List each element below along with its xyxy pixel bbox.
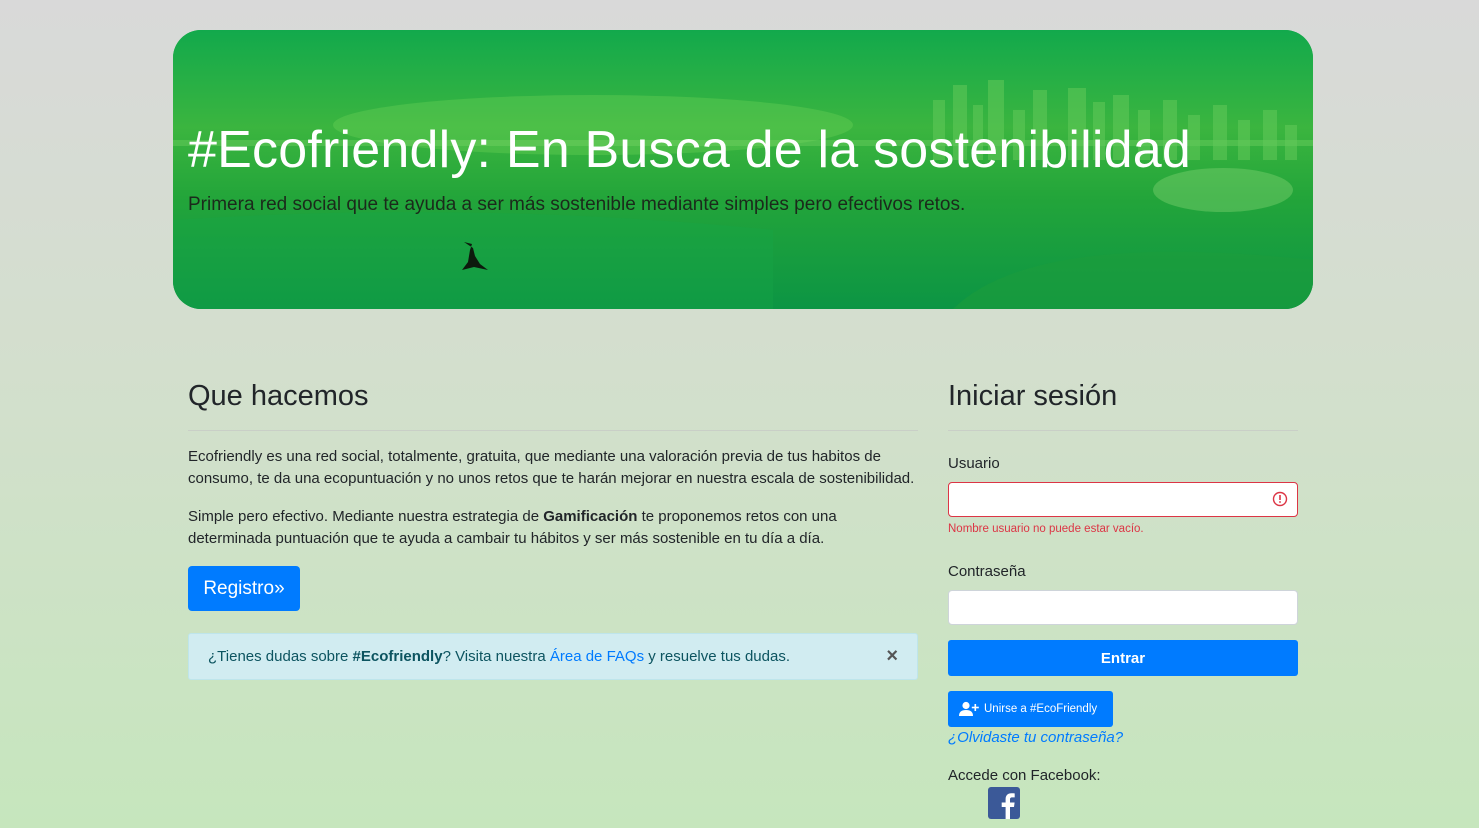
alert-brand: #Ecofriendly xyxy=(352,648,443,665)
register-button[interactable]: Registro» xyxy=(188,566,300,611)
username-input[interactable] xyxy=(948,482,1298,517)
about-title: Que hacemos xyxy=(188,380,369,412)
user-plus-icon xyxy=(959,701,979,716)
divider xyxy=(188,430,918,431)
alert-text: y resuelve tus dudas. xyxy=(644,648,790,665)
faq-alert: ¿Tienes dudas sobre #Ecofriendly? Visita… xyxy=(188,633,918,680)
username-error: Nombre usuario no puede estar vacío. xyxy=(948,523,1144,535)
alert-text: ? Visita nuestra xyxy=(442,648,550,665)
login-submit-button[interactable]: Entrar xyxy=(948,640,1298,676)
close-icon[interactable]: × xyxy=(886,646,898,666)
paragraph-text: Simple pero efectivo. Mediante nuestra e… xyxy=(188,508,544,525)
exclamation-circle-icon xyxy=(1272,491,1288,507)
join-button[interactable]: Unirse a #EcoFriendly xyxy=(948,691,1113,727)
about-paragraph-1: Ecofriendly es una red social, totalment… xyxy=(188,448,915,487)
join-button-label: Unirse a #EcoFriendly xyxy=(984,703,1098,715)
username-label: Usuario xyxy=(948,455,1000,472)
gamification-emphasis: Gamificación xyxy=(543,508,638,525)
hero-title: #Ecofriendly: En Busca de la sostenibili… xyxy=(188,121,1191,179)
bird-icon xyxy=(462,242,488,270)
alert-text: ¿Tienes dudas sobre xyxy=(208,648,353,665)
hero-banner: #Ecofriendly: En Busca de la sostenibili… xyxy=(173,30,1313,309)
login-title: Iniciar sesión xyxy=(948,380,1118,412)
password-input[interactable] xyxy=(948,590,1298,625)
hero-subtitle: Primera red social que te ayuda a ser má… xyxy=(188,194,966,215)
divider xyxy=(948,430,1298,431)
forgot-password-link[interactable]: ¿Olvidaste tu contraseña? xyxy=(948,729,1123,746)
password-label: Contraseña xyxy=(948,563,1026,580)
facebook-icon[interactable] xyxy=(988,787,1020,819)
facebook-label: Accede con Facebook: xyxy=(948,767,1101,784)
about-paragraph-2: Simple pero efectivo. Mediante nuestra e… xyxy=(188,506,923,550)
faq-link[interactable]: Área de FAQs xyxy=(550,648,644,665)
